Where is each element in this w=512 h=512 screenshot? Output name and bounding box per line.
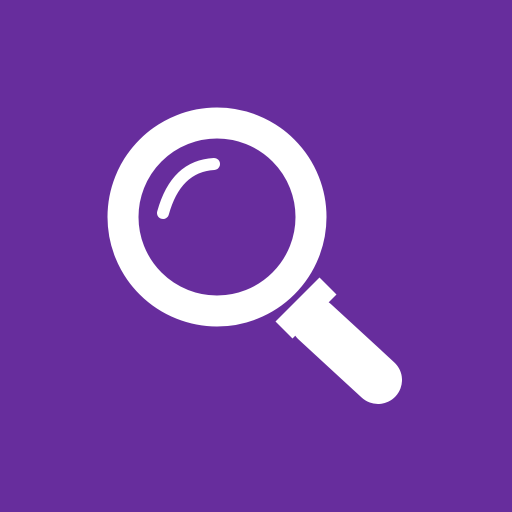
lens-ring [107, 107, 327, 327]
app-icon-tile[interactable] [0, 0, 512, 512]
handle [291, 298, 402, 404]
magnifier-graphic [107, 107, 402, 404]
lens-glare [157, 158, 220, 219]
search-icon [0, 0, 512, 512]
